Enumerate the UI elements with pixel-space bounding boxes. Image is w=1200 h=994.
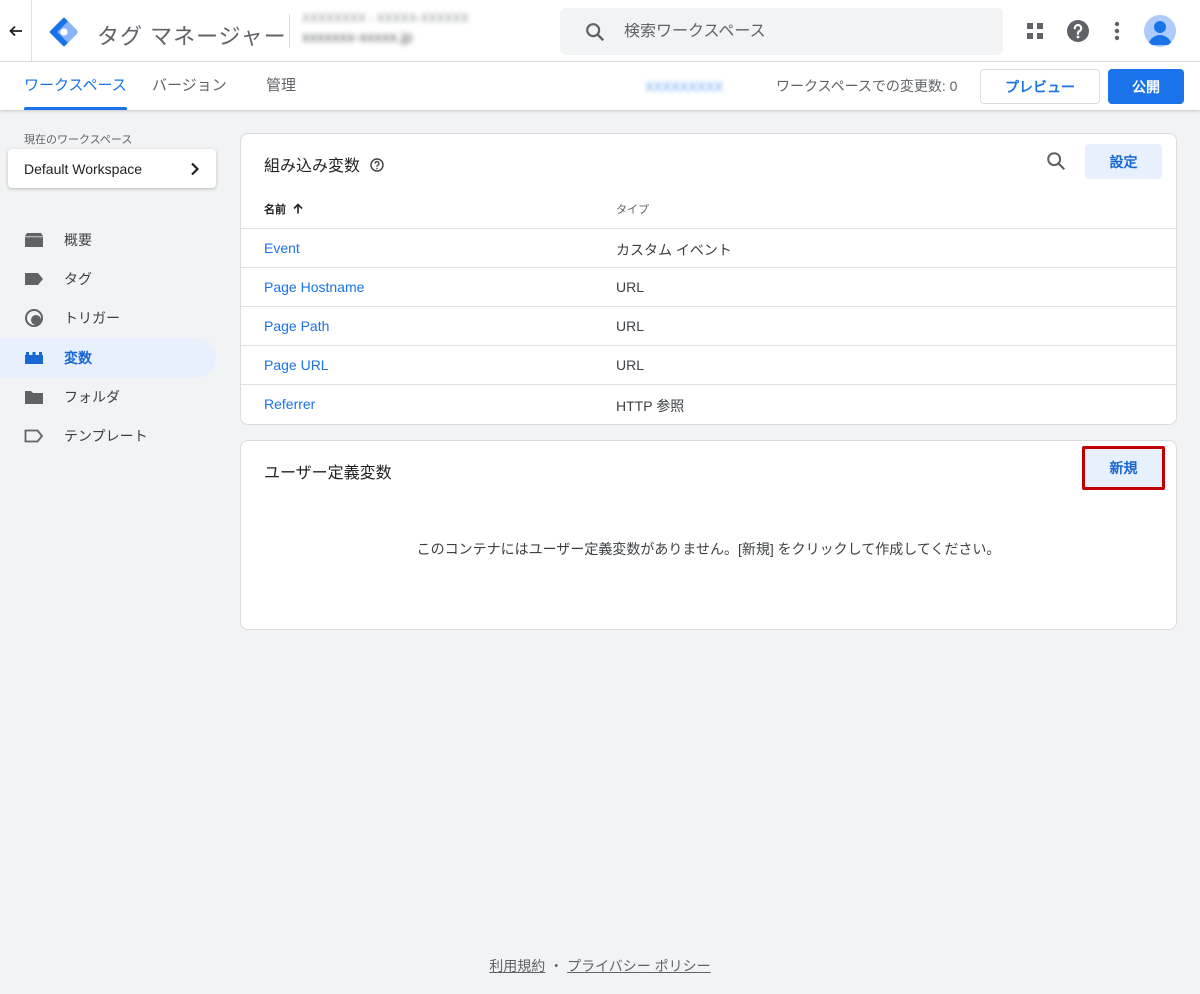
arrow-back-icon (8, 25, 22, 37)
variable-type: URL (616, 357, 645, 373)
sidebar-item-label: 変数 (64, 350, 92, 366)
footer-separator: ・ (549, 958, 564, 974)
variable-type: URL (616, 279, 645, 295)
tag-manager-logo-icon (49, 17, 78, 47)
table-row: Referrer HTTP 参照 (241, 384, 1176, 424)
table-row: Page Hostname URL (241, 267, 1176, 307)
variable-name-link[interactable]: Page Hostname (264, 279, 364, 295)
sidebar-item-overview[interactable]: 概要 (0, 220, 216, 260)
variable-name-link[interactable]: Event (264, 240, 300, 256)
help-button[interactable] (1064, 17, 1092, 45)
preview-button[interactable]: プレビュー (980, 69, 1100, 104)
new-variable-button[interactable]: 新規 (1082, 446, 1165, 490)
tab-admin[interactable]: 管理 (266, 62, 296, 110)
builtin-variables-title: 組み込み変数 (264, 152, 385, 176)
search-icon (586, 22, 605, 41)
sidebar-item-label: タグ (64, 271, 92, 287)
overview-icon (24, 230, 44, 250)
workspace-selector[interactable]: Default Workspace (8, 149, 216, 188)
builtin-variables-card: 組み込み変数 設定 名前 タイプ Event カスタム イベント Page Ho… (240, 133, 1177, 425)
sidebar-item-triggers[interactable]: トリガー (0, 298, 216, 338)
arrow-up-icon (293, 203, 303, 214)
help-icon (1067, 20, 1089, 42)
chevron-right-icon (191, 162, 200, 175)
current-workspace-label: 現在のワークスペース (24, 134, 133, 146)
template-icon (24, 426, 44, 446)
privacy-policy-link[interactable]: プライバシー ポリシー (567, 958, 711, 974)
user-defined-variables-card: ユーザー定義変数 新規 このコンテナにはユーザー定義変数がありません。[新規] … (240, 440, 1177, 630)
workspace-toolbar: ワークスペース バージョン 管理 XXXXXXXXX ワークスペースでの変更数:… (0, 62, 1200, 110)
more-options-button[interactable] (1103, 17, 1131, 45)
table-row: Page Path URL (241, 306, 1176, 346)
sidebar-item-templates[interactable]: テンプレート (0, 416, 216, 456)
account-name: XXXXXXXX - XXXXX-XXXXXX (302, 11, 469, 25)
sidebar-item-label: 概要 (64, 232, 92, 248)
tag-icon (24, 269, 44, 289)
tab-versions[interactable]: バージョン (152, 62, 227, 110)
app-title: タグ マネージャー (97, 24, 287, 49)
column-header-name[interactable]: 名前 (264, 201, 303, 217)
variable-name-link[interactable]: Page Path (264, 318, 329, 334)
more-vert-icon (1114, 21, 1120, 41)
avatar[interactable] (1144, 15, 1176, 47)
title-divider (289, 14, 290, 48)
variable-type: URL (616, 318, 645, 334)
trigger-icon (24, 308, 44, 328)
table-row: Event カスタム イベント (241, 228, 1176, 268)
variable-name-link[interactable]: Page URL (264, 357, 329, 373)
variable-type: HTTP 参照 (616, 398, 685, 414)
sidebar-item-variables[interactable]: 変数 (0, 338, 216, 378)
sidebar-item-label: フォルダ (64, 389, 120, 405)
table-row: Page URL URL (241, 345, 1176, 385)
top-app-bar: タグ マネージャー XXXXXXXX - XXXXX-XXXXXX xxxxxx… (0, 0, 1200, 62)
sidebar-item-label: トリガー (64, 310, 120, 326)
column-header-type: タイプ (616, 204, 649, 216)
workspace-search[interactable] (560, 8, 1003, 55)
variables-icon (24, 348, 44, 368)
footer: 利用規約 ・ プライバシー ポリシー (0, 956, 1200, 976)
help-outline-icon[interactable] (370, 158, 385, 172)
workspace-id[interactable]: XXXXXXXXX (645, 79, 723, 94)
sidebar-item-label: テンプレート (64, 428, 148, 444)
search-input[interactable] (624, 22, 964, 41)
apps-grid-icon (1027, 23, 1043, 39)
sidebar-item-tags[interactable]: タグ (0, 259, 216, 299)
sidebar-item-folders[interactable]: フォルダ (0, 377, 216, 417)
user-defined-variables-title: ユーザー定義変数 (264, 465, 392, 482)
variable-name-link[interactable]: Referrer (264, 396, 315, 412)
publish-button[interactable]: 公開 (1108, 69, 1184, 104)
variable-type: カスタム イベント (616, 242, 732, 258)
container-name: xxxxxxx-xxxxx.jp (302, 29, 413, 46)
workspace-change-count: ワークスペースでの変更数: 0 (776, 78, 958, 94)
folder-icon (24, 387, 44, 407)
apps-button[interactable] (1021, 17, 1049, 45)
back-button[interactable] (0, 0, 32, 62)
settings-button[interactable]: 設定 (1085, 144, 1162, 179)
empty-state-message: このコンテナにはユーザー定義変数がありません。[新規] をクリックして作成してく… (416, 541, 1001, 557)
search-icon[interactable] (1045, 150, 1067, 172)
tab-workspace[interactable]: ワークスペース (24, 62, 127, 110)
account-container-selector[interactable]: XXXXXXXX - XXXXX-XXXXXX xxxxxxx-xxxxx.jp (302, 9, 552, 53)
workspace-name: Default Workspace (24, 160, 143, 177)
terms-link[interactable]: 利用規約 (489, 958, 545, 974)
account-avatar-icon (1148, 21, 1172, 45)
